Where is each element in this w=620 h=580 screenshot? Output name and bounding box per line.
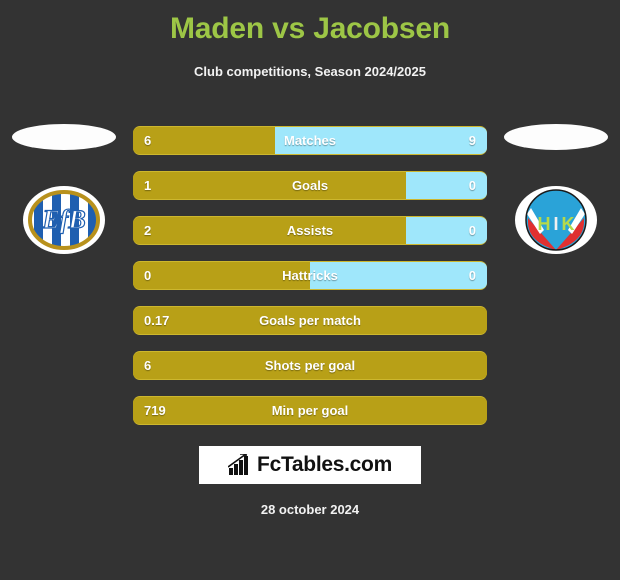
stat-bar-track [133, 216, 487, 245]
stat-bar-track [133, 126, 487, 155]
stat-row: Assists 2 0 [133, 216, 487, 245]
stat-bar-home-fill [133, 397, 487, 424]
svg-text:K: K [562, 214, 575, 234]
away-club-badge-hik: H I K [514, 178, 598, 262]
svg-text:EfB: EfB [41, 205, 85, 234]
away-player-photo [504, 124, 608, 150]
stat-bar-track [133, 171, 487, 200]
comparison-infographic: Maden vs Jacobsen Club competitions, Sea… [0, 0, 620, 580]
stat-bar-track [133, 396, 487, 425]
stat-bar-away-fill [405, 172, 487, 199]
page-title: Maden vs Jacobsen [169, 12, 451, 45]
stat-row: Matches 6 9 [133, 126, 487, 155]
svg-text:H: H [538, 214, 551, 234]
fctables-logo[interactable]: FcTables.com [199, 446, 421, 484]
stat-bar-home-fill [133, 352, 487, 379]
footer-date: 28 october 2024 [260, 502, 360, 517]
page-subtitle: Club competitions, Season 2024/2025 [194, 64, 426, 79]
stats-bar-list: Matches 6 9 Goals 1 0 Assists 2 0 Hattricks 0 0 Goal… [133, 126, 487, 441]
stat-bar-home-fill [133, 307, 487, 334]
stat-bar-away-fill [405, 217, 487, 244]
svg-text:I: I [553, 214, 558, 234]
stat-bar-away-fill [310, 262, 487, 289]
stat-bar-track [133, 351, 487, 380]
stat-row: Goals per match 0.17 [133, 306, 487, 335]
bar-chart-icon [228, 454, 249, 475]
stat-row: Goals 1 0 [133, 171, 487, 200]
stat-row: Min per goal 719 [133, 396, 487, 425]
stat-row: Shots per goal 6 [133, 351, 487, 380]
stat-bar-home-fill [133, 262, 310, 289]
fctables-logo-text: FcTables.com [257, 453, 392, 476]
stat-bar-home-fill [133, 127, 275, 154]
stat-bar-track [133, 261, 487, 290]
stat-bar-track [133, 306, 487, 335]
home-player-photo [12, 124, 116, 150]
stat-bar-home-fill [133, 172, 406, 199]
stat-bar-away-fill [274, 127, 487, 154]
home-club-badge-efb: EfB [22, 178, 106, 262]
stat-bar-home-fill [133, 217, 406, 244]
stat-row: Hattricks 0 0 [133, 261, 487, 290]
